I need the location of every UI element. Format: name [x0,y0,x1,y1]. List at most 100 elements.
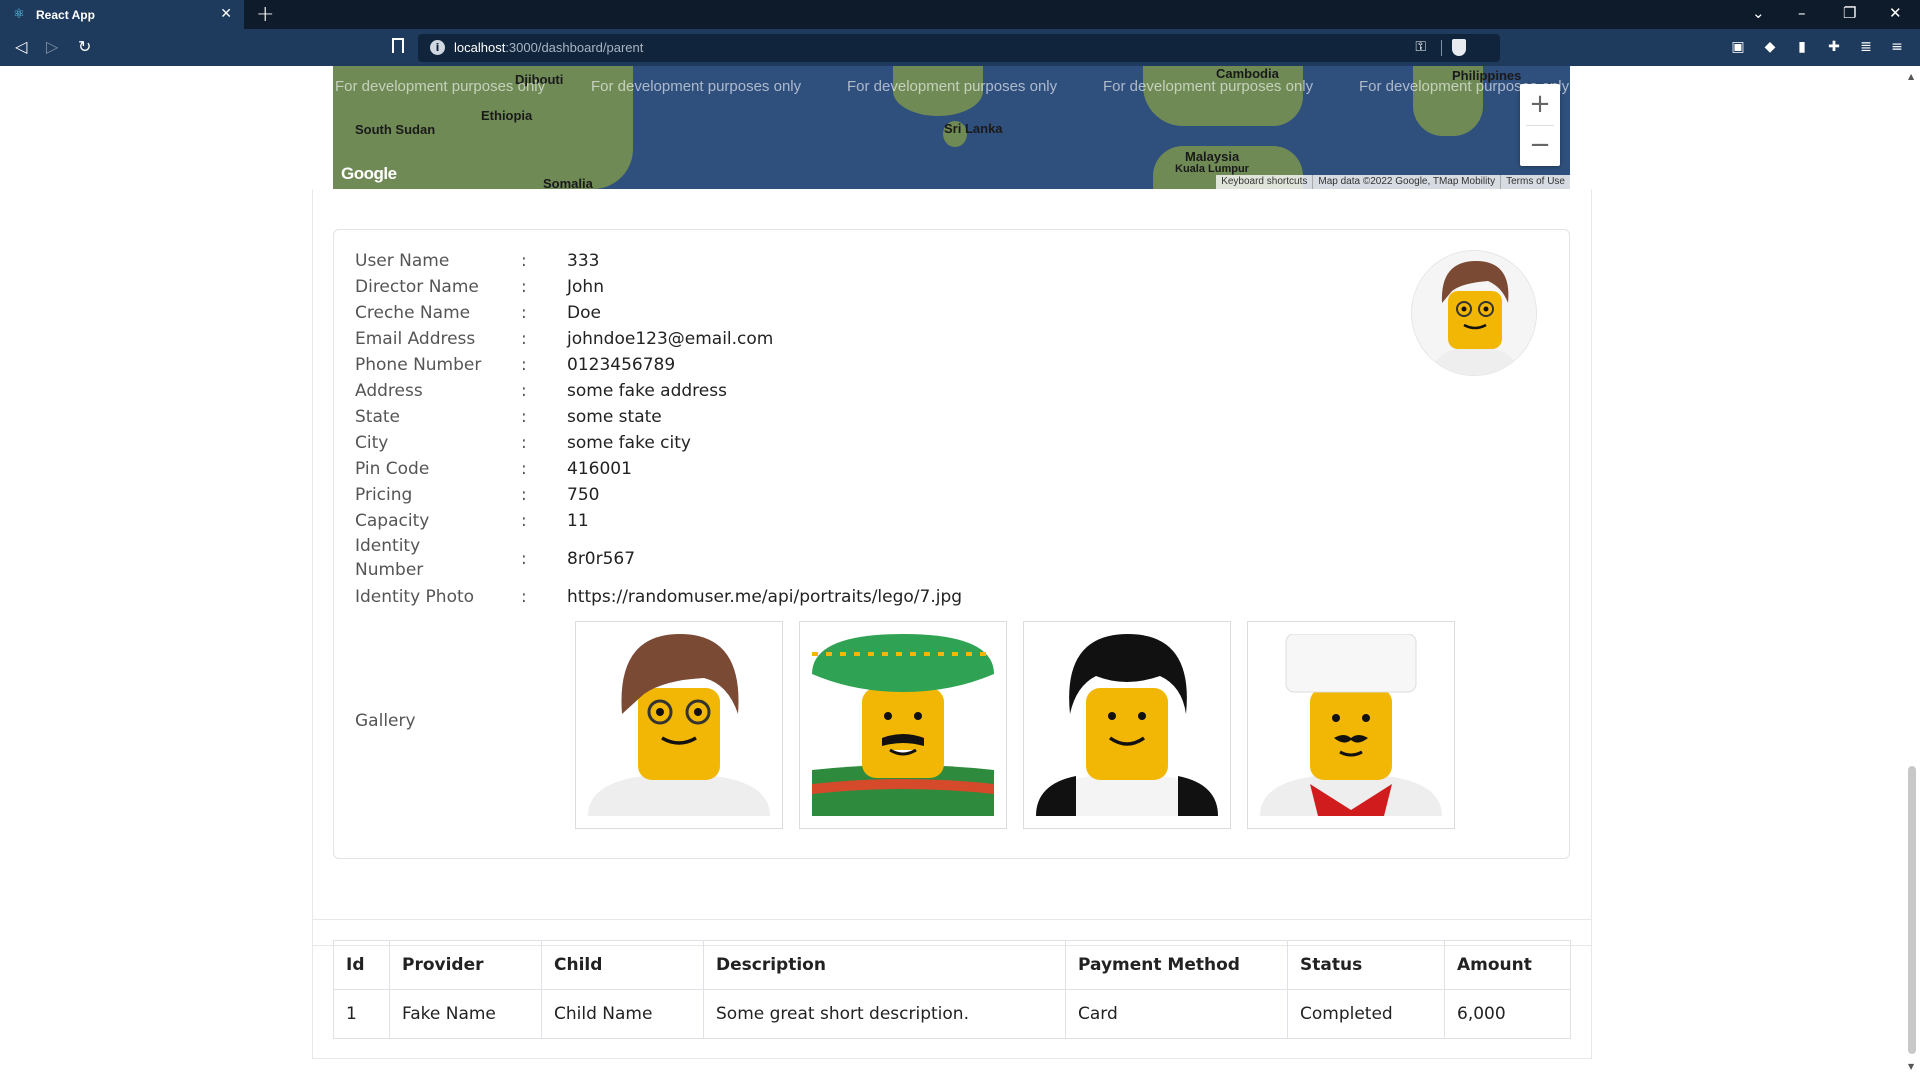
gallery-image[interactable] [1023,621,1231,829]
lego-black-hair-image [1036,634,1218,816]
minimize-icon[interactable]: – [1798,4,1806,22]
field-colon: : [521,459,527,479]
field-value: 11 [567,511,589,531]
new-tab-button[interactable]: + [256,2,274,27]
scroll-up-icon[interactable]: ▲ [1908,72,1914,81]
field-colon: : [521,485,527,505]
scroll-down-icon[interactable]: ▼ [1908,1062,1914,1071]
lego-avatar-icon [1412,251,1536,375]
column-header-child: Child [541,940,704,990]
lego-sombrero-image [812,634,994,816]
field-value: https://randomuser.me/api/portraits/lego… [567,587,963,607]
field-value: some state [567,407,662,427]
menu-icon[interactable]: ≡ [1888,38,1906,56]
field-value: johndoe123@email.com [567,329,774,349]
restore-icon[interactable]: ❐ [1843,4,1856,22]
zoom-out-button[interactable]: − [1520,125,1560,166]
google-logo[interactable]: Google [341,164,397,184]
address-bar[interactable]: i localhost:3000/dashboard/parent ⚿ [418,34,1500,62]
cell-id: 1 [333,989,390,1039]
map-label: Sri Lanka [944,121,1003,136]
keyboard-shortcuts-link[interactable]: Keyboard shortcuts [1216,175,1312,189]
field-label: Identity Number [355,536,424,580]
column-header-id: Id [333,940,390,990]
field-value: 8r0r567 [567,549,636,569]
page-scrollbar[interactable]: ▲ ▼ [1904,66,1920,1080]
reload-icon[interactable]: ↻ [78,37,91,56]
cell-amount: 6,000 [1444,989,1571,1039]
gallery-image[interactable] [1247,621,1455,829]
dev-watermark: For development purposes only [1103,78,1314,95]
map-label: Ethiopia [481,108,533,123]
field-label: Identity Photo [355,587,475,607]
dev-watermark: For development purposes only [847,78,1058,95]
gallery-image[interactable] [799,621,1007,829]
field-label: Pricing [355,485,413,505]
close-tab-icon[interactable]: ✕ [220,6,232,22]
bitwarden-extension-icon[interactable]: ▮ [1793,38,1811,56]
column-header-description: Description [703,940,1066,990]
field-value: some fake address [567,381,727,401]
transactions-table: Id Provider Child Description Payment Me… [333,940,1571,1039]
extensions-puzzle-icon[interactable]: ✚ [1825,38,1843,56]
omnibox-divider [1441,40,1442,56]
field-colon: : [521,277,527,297]
field-label: User Name [355,251,450,271]
page-viewport: Djibouti Ethiopia South Sudan Somalia Sr… [0,66,1904,1080]
field-colon: : [521,549,527,569]
gallery-label: Gallery [355,711,416,731]
field-value: John [567,277,604,297]
field-value: 0123456789 [567,355,676,375]
field-colon: : [521,433,527,453]
close-window-icon[interactable]: ✕ [1889,4,1902,22]
zoom-in-button[interactable]: + [1520,84,1560,125]
table-header-row: Id Provider Child Description Payment Me… [333,940,1571,990]
translate-extension-icon[interactable]: ▣ [1729,38,1747,56]
field-label: Capacity [355,511,430,531]
column-header-amount: Amount [1444,940,1571,990]
map[interactable]: Djibouti Ethiopia South Sudan Somalia Sr… [333,66,1570,189]
field-value: 416001 [567,459,632,479]
cell-payment-method: Card [1065,989,1288,1039]
column-header-status: Status [1287,940,1445,990]
field-colon: : [521,303,527,323]
field-colon: : [521,407,527,427]
browser-tabbar: ⚛ React App ✕ + ⌄ – ❐ ✕ [0,0,1920,29]
dev-watermark: For development purposes only [591,78,802,95]
cell-status: Completed [1287,989,1445,1039]
site-info-icon[interactable]: i [430,40,445,55]
tab-title: React App [36,7,95,22]
scrollbar-thumb[interactable] [1908,766,1916,1054]
field-colon: : [521,355,527,375]
browser-tab[interactable]: ⚛ React App ✕ [0,0,244,29]
zoom-divider [1526,125,1554,126]
cell-child: Child Name [541,989,704,1039]
field-label: Phone Number [355,355,482,375]
color-extension-icon[interactable]: ◆ [1761,38,1779,56]
terms-link[interactable]: Terms of Use [1500,175,1570,189]
gallery-image[interactable] [575,621,783,829]
tab-search-icon[interactable]: ⌄ [1752,4,1765,22]
avatar [1411,250,1537,376]
brave-shield-icon[interactable] [1452,39,1466,56]
table-row: 1 Fake Name Child Name Some great short … [333,989,1571,1039]
reading-list-icon[interactable]: ≣ [1857,38,1875,56]
column-header-payment-method: Payment Method [1065,940,1288,990]
forward-icon[interactable]: ▷ [46,37,58,56]
map-data-text: Map data ©2022 Google, TMap Mobility [1312,175,1500,189]
key-icon[interactable]: ⚿ [1415,39,1426,55]
field-value: 333 [567,251,600,271]
lego-chef-image [1260,634,1442,816]
lego-glasses-image [588,634,770,816]
map-attribution: Keyboard shortcuts Map data ©2022 Google… [1216,175,1570,189]
map-label: Somalia [543,176,593,189]
back-icon[interactable]: ◁ [15,37,27,56]
field-colon: : [521,251,527,271]
field-colon: : [521,587,527,607]
url-text[interactable]: localhost:3000/dashboard/parent [454,40,643,55]
field-colon: : [521,329,527,349]
bookmark-icon[interactable] [392,38,404,53]
field-value: some fake city [567,433,691,453]
field-colon: : [521,381,527,401]
dev-watermark: For development purposes only [335,78,546,95]
